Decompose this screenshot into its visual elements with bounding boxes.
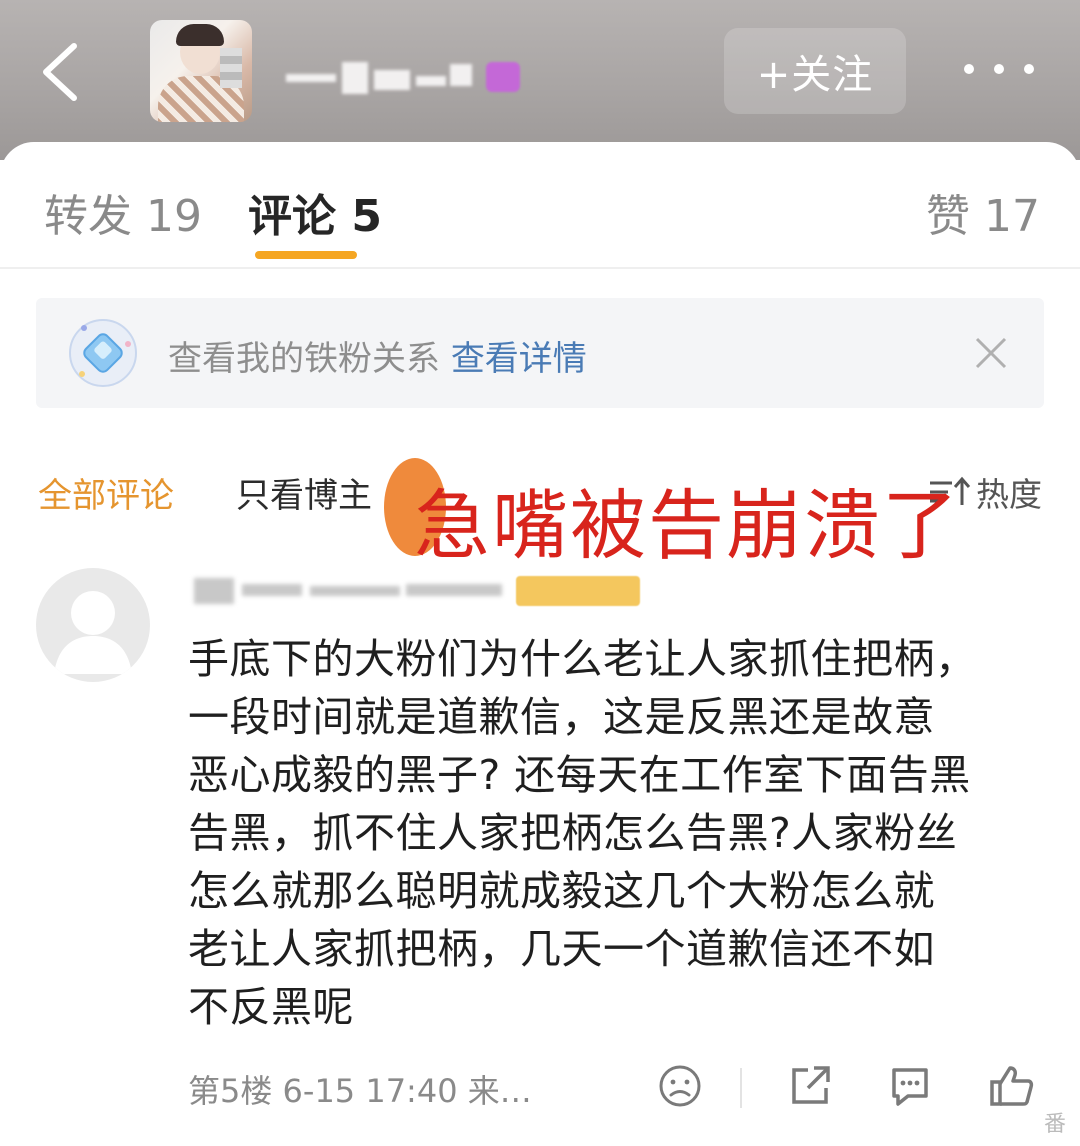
fan-level-badge: [516, 576, 640, 606]
tab-repost[interactable]: 转发 19: [44, 180, 202, 244]
fan-relationship-banner: 查看我的铁粉关系 查看详情: [36, 298, 1044, 408]
commenter-avatar[interactable]: [36, 568, 150, 682]
filter-all-comments[interactable]: 全部评论: [38, 468, 174, 517]
like-thumb-icon[interactable]: [988, 1062, 1036, 1110]
fan-banner-label: 查看我的铁粉关系: [168, 339, 440, 379]
default-avatar-icon: [54, 591, 132, 674]
author-name-redacted[interactable]: [282, 58, 478, 98]
divider: [0, 267, 1080, 269]
tab-comment[interactable]: 评论 5: [248, 180, 382, 244]
active-tab-indicator: [255, 251, 357, 259]
post-header: +关注: [0, 0, 1080, 160]
sort-label: 热度: [976, 475, 1042, 514]
back-arrow-icon[interactable]: [36, 40, 86, 104]
overlay-caption: 急嘴被告崩溃了: [414, 481, 960, 570]
follow-button[interactable]: +关注: [724, 28, 906, 114]
commenter-name-redacted[interactable]: [190, 568, 510, 608]
view-details-link[interactable]: 查看详情: [451, 339, 587, 379]
diamond-badge-icon: [69, 319, 137, 387]
vip-badge-icon: [486, 62, 520, 92]
dislike-face-icon[interactable]: [656, 1062, 704, 1110]
watermark-glyph: 番: [1044, 1112, 1067, 1137]
fan-banner-text: 查看我的铁粉关系 查看详情: [168, 331, 587, 380]
comment-body: 手底下的大粉们为什么老让人家抓住把柄， 一段时间就是道歉信，这是反黑还是故意 恶…: [188, 635, 977, 1031]
comment-icon[interactable]: [886, 1062, 934, 1110]
share-icon[interactable]: [786, 1062, 834, 1110]
comment-meta: 第5楼 6-15 17:40 来…: [188, 1072, 532, 1110]
filter-owner-only[interactable]: 只看博主: [236, 468, 372, 517]
divider: [740, 1068, 742, 1108]
tab-like[interactable]: 赞 17: [926, 180, 1040, 244]
close-icon[interactable]: [974, 336, 1008, 370]
more-options-icon[interactable]: [964, 54, 1034, 84]
author-avatar[interactable]: [150, 20, 252, 122]
